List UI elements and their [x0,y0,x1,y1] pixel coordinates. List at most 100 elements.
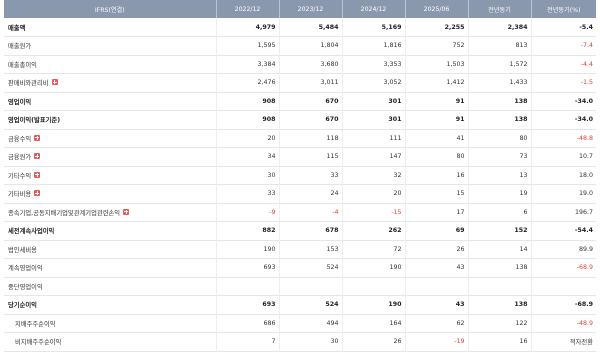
table-row: 세전계속사업이익 882 678 262 69 152 -54.4 [4,221,596,240]
value-cell: 30 [279,332,343,351]
value-cell: 5,484 [279,18,343,37]
value-cell: 32 [342,166,406,185]
row-label: 기타수익 [8,172,32,180]
value-cell: 3,052 [342,73,406,92]
income-statement-panel: IFRS(연결) 2022/12 2023/12 2024/12 2025/06… [4,0,596,353]
value-cell: 301 [342,92,406,111]
value-cell: 33 [216,184,280,203]
value-cell: 190 [342,258,406,277]
row-label: 법인세비용 [8,246,37,254]
value-cell: 26 [405,240,469,259]
header-prev-period[interactable]: 전년동기 [468,0,532,18]
row-label: 매출원가 [8,43,32,51]
header-2023-12[interactable]: 2023/12 [279,0,343,18]
value-cell: 3,011 [279,73,343,92]
table-row: 당기순이익 693 524 190 43 138 -68.9 [4,295,596,314]
value-cell: 91 [405,110,469,129]
value-cell: 196.7 [574,208,593,216]
value-cell: -54.4 [574,227,593,235]
value-cell: -4.4 [580,60,593,68]
expand-plus-icon[interactable] [34,134,41,141]
row-label: 영업이익(발표기준) [8,117,61,125]
expand-plus-icon[interactable] [34,190,41,197]
row-label-cell: 지배주주순이익 [4,314,217,333]
value-cell: 43 [405,295,469,314]
value-cell: 10.7 [578,153,593,161]
value-cell: 118 [279,129,343,148]
value-cell: 3,353 [342,55,406,74]
table-row: 중단영업이익 [4,277,596,296]
value-cell: 752 [405,36,469,55]
row-label-cell: 금융원가 [4,147,217,166]
value-cell: 138 [468,110,532,129]
value-cell: 1,572 [468,55,532,74]
value-cell: 5,169 [342,18,406,37]
value-cell: 190 [216,240,280,259]
table-row: 법인세비용 190 153 72 26 14 89.9 [4,240,596,259]
row-label: 계속영업이익 [8,265,43,273]
table-row: 매출원가 1,595 1,804 1,816 752 813 -7.4 [4,36,596,55]
value-cell: 2,255 [405,18,469,37]
value-cell [468,277,532,296]
value-cell: -48.9 [576,319,593,327]
expand-plus-icon[interactable] [34,171,41,178]
value-cell [342,277,406,296]
table-row: 매출총이익 3,384 3,680 3,353 1,503 1,572 -4.4 [4,55,596,74]
value-cell: 26 [342,332,406,351]
value-cell: 34 [216,147,280,166]
value-cell [531,277,596,296]
header-2022-12[interactable]: 2022/12 [216,0,280,18]
value-cell: 686 [216,314,280,333]
value-cell: 7 [216,332,280,351]
row-label: 기타비용 [8,191,32,199]
value-cell: -68.9 [574,301,593,309]
value-cell: 908 [216,110,280,129]
value-cell: 43 [405,258,469,277]
row-label-cell: 당기순이익 [4,295,217,314]
value-cell: 670 [279,92,343,111]
value-cell: -7.4 [580,42,593,50]
row-label-cell: 매출총이익 [4,55,217,74]
row-label: 종속기업,공동지배기업및관계기업관련손익 [8,209,121,217]
value-cell: -34.0 [574,97,593,105]
value-cell: 17 [405,203,469,222]
expand-plus-icon[interactable] [34,153,41,160]
expand-plus-icon[interactable] [123,208,130,215]
table-row: 비지배주주순이익 7 30 26 -19 16 적자전환 [4,332,596,351]
value-cell: 적자전환 [569,339,593,347]
value-cell: 2,476 [216,73,280,92]
value-cell: -5.4 [579,23,593,31]
table-row: 매출액 4,979 5,484 5,169 2,255 2,384 -5.4 [4,18,596,37]
expand-plus-icon[interactable] [51,79,58,86]
header-prev-period-pct[interactable]: 전년동기(%) [531,0,596,18]
value-cell: 89.9 [578,245,593,253]
value-cell: 262 [342,221,406,240]
value-cell: 1,816 [342,36,406,55]
value-cell: 3,384 [216,55,280,74]
header-ifrs[interactable]: IFRS(연결) [4,0,217,18]
value-cell: 20 [216,129,280,148]
value-cell: 122 [468,314,532,333]
header-2025-06[interactable]: 2025/06 [405,0,469,18]
value-cell: 147 [342,147,406,166]
table-row: 지배주주순이익 686 494 164 62 122 -48.9 [4,314,596,333]
table-row: 기타비용 33 24 20 15 19 19.0 [4,184,596,203]
value-cell: 693 [216,295,280,314]
row-label-cell: 매출액 [4,18,217,37]
value-cell: 138 [468,295,532,314]
value-cell: 19 [468,184,532,203]
value-cell: 164 [342,314,406,333]
table-body: 매출액 4,979 5,484 5,169 2,255 2,384 -5.4 매출원가 1,59… [4,18,596,351]
header-2024-12[interactable]: 2024/12 [342,0,406,18]
value-cell: 524 [279,258,343,277]
value-cell: -68.9 [576,264,593,272]
value-cell: 670 [279,110,343,129]
row-label: 당기순이익 [8,302,37,310]
value-cell: 91 [405,92,469,111]
value-cell: 1,595 [216,36,280,55]
value-cell: 4,979 [216,18,280,37]
value-cell [279,277,343,296]
value-cell: 24 [279,184,343,203]
row-label-cell: 비지배주주순이익 [4,332,217,351]
income-statement-table: IFRS(연결) 2022/12 2023/12 2024/12 2025/06… [4,0,596,352]
